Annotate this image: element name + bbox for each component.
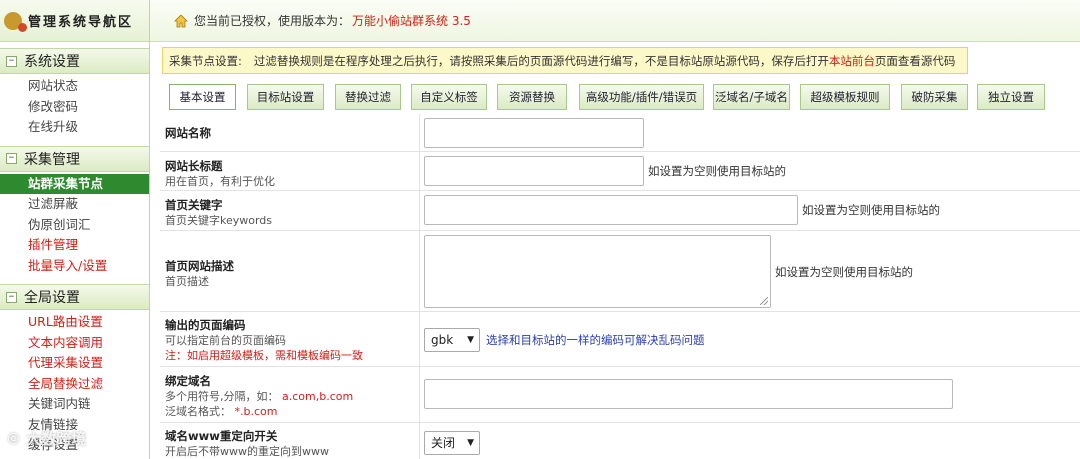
version-text: 万能小偷站群系统 3.5 — [352, 14, 471, 28]
row-site-name: 网站名称 — [160, 114, 1080, 152]
site-name-label: 网站名称 — [165, 126, 211, 140]
sidebar-item[interactable]: 过滤屏蔽 — [0, 194, 149, 215]
encoding-warning: 注：如启用超级模板，需和模板编码一致 — [165, 349, 363, 362]
tab-6[interactable]: 高级功能/插件/错误页 — [579, 84, 704, 110]
site-title-hint: 如设置为空则使用目标站的 — [648, 164, 786, 178]
notice-frontend-link[interactable]: 本站前台 — [829, 53, 875, 69]
tab-1[interactable]: 基本设置 — [169, 84, 236, 110]
collapse-icon[interactable]: − — [6, 291, 17, 303]
encoding-selected-value: gbk — [431, 333, 454, 347]
sidebar-item[interactable]: URL路由设置 — [0, 312, 149, 333]
sidebar-nav: − 系统设置 网站状态 修改密码 在线升级 − 采集管理 站群采集节点 过滤屏蔽 伪原创词汇 插件管… — [0, 48, 149, 458]
sidebar-item[interactable]: 在线升级 — [0, 117, 149, 138]
row-encoding: 输出的页面编码 可以指定前台的页面编码 注：如启用超级模板，需和模板编码一致 g… — [160, 312, 1080, 367]
bind-domain-desc-1-prefix: 多个用符号,分隔，如： — [165, 390, 279, 403]
site-title-label: 网站长标题 — [165, 159, 223, 173]
watermark: © 大数跨境 — [6, 430, 87, 448]
tab-3[interactable]: 替换过滤 — [335, 84, 401, 110]
keywords-desc: 首页关键字keywords — [165, 214, 273, 227]
sidebar-item[interactable]: 关键词内链 — [0, 394, 149, 415]
www-redirect-select[interactable]: 关闭 ▼ — [424, 431, 480, 455]
sidebar-group-collect[interactable]: − 采集管理 — [0, 145, 149, 172]
tab-5[interactable]: 资源替换 — [497, 84, 567, 110]
site-title-input[interactable] — [424, 156, 644, 186]
sidebar-group-label: 系统设置 — [24, 54, 80, 70]
row-keywords: 首页关键字 首页关键字keywords 如设置为空则使用目标站的 — [160, 191, 1080, 231]
sidebar-item[interactable]: 批量导入/设置 — [0, 256, 149, 277]
sidebar-group-label: 全局设置 — [24, 290, 80, 306]
bind-domain-desc-2: 泛域名格式： *.b.com — [165, 404, 419, 419]
row-site-title: 网站长标题 用在首页，有利于优化 如设置为空则使用目标站的 — [160, 152, 1080, 191]
keywords-label: 首页关键字 — [165, 198, 223, 212]
sidebar-group-items: 站群采集节点 过滤屏蔽 伪原创词汇 插件管理 批量导入/设置 — [0, 172, 149, 279]
bind-domain-example-2: *.b.com — [234, 405, 278, 418]
encoding-label: 输出的页面编码 — [165, 318, 246, 332]
tab-4[interactable]: 自定义标签 — [411, 84, 487, 110]
sidebar-item[interactable]: 全局替换过滤 — [0, 374, 149, 395]
sidebar-group-items: 网站状态 修改密码 在线升级 — [0, 74, 149, 140]
sidebar: 管理系统导航区 − 系统设置 网站状态 修改密码 在线升级 − 采集管理 站群采集节点 过滤屏蔽… — [0, 0, 150, 459]
www-redirect-desc: 开启后不带www的重定向到www — [165, 445, 329, 458]
sidebar-item[interactable]: 网站状态 — [0, 76, 149, 97]
home-icon[interactable] — [174, 13, 188, 28]
app-window: 管理系统导航区 − 系统设置 网站状态 修改密码 在线升级 − 采集管理 站群采集节点 过滤屏蔽… — [0, 0, 1080, 459]
row-www-redirect: 域名www重定向开关 开启后不带www的重定向到www 关闭 ▼ — [160, 423, 1080, 459]
notice-text-end: 页面查看源代码 — [874, 53, 956, 68]
sidebar-logo: 管理系统导航区 — [0, 0, 149, 42]
collapse-icon[interactable]: − — [6, 55, 17, 67]
bind-domain-desc-2-prefix: 泛域名格式： — [165, 405, 231, 418]
tab-2[interactable]: 目标站设置 — [247, 84, 324, 110]
encoding-hint: 选择和目标站的一样的编码可解决乱码问题 — [486, 333, 705, 347]
encoding-select[interactable]: gbk ▼ — [424, 328, 480, 352]
bind-domain-desc-1: 多个用符号,分隔，如： a.com,b.com — [165, 389, 419, 404]
license-status-text: 您当前已授权，使用版本为： — [194, 14, 351, 28]
notice-text: 过滤替换规则是在程序处理之后执行，请按照采集后的页面源代码进行编写，不是目标站原… — [253, 53, 829, 68]
logo-text: 管理系统导航区 — [28, 15, 134, 30]
site-title-desc: 用在首页，有利于优化 — [165, 175, 275, 188]
keywords-hint: 如设置为空则使用目标站的 — [802, 203, 940, 217]
encoding-desc: 可以指定前台的页面编码 — [165, 334, 286, 347]
description-label: 首页网站描述 — [165, 259, 234, 273]
sidebar-group-global[interactable]: − 全局设置 — [0, 284, 149, 310]
sidebar-item[interactable]: 站群采集节点 — [0, 173, 149, 194]
sidebar-item[interactable]: 代理采集设置 — [0, 353, 149, 374]
row-bind-domain: 绑定域名 多个用符号,分隔，如： a.com,b.com 泛域名格式： *.b.… — [160, 367, 1080, 423]
tab-8[interactable]: 超级模板规则 — [800, 84, 890, 110]
collapse-icon[interactable]: − — [6, 153, 17, 164]
site-name-input[interactable] — [424, 118, 644, 148]
admin-avatar-icon — [4, 11, 27, 32]
keywords-input[interactable] — [424, 195, 798, 225]
description-desc: 首页描述 — [165, 275, 209, 288]
chevron-down-icon: ▼ — [467, 335, 474, 345]
description-hint: 如设置为空则使用目标站的 — [775, 265, 913, 279]
tab-9[interactable]: 破防采集 — [901, 84, 968, 110]
sidebar-item[interactable]: 伪原创词汇 — [0, 215, 149, 236]
tab-10[interactable]: 独立设置 — [977, 84, 1045, 110]
top-status-bar: 您当前已授权，使用版本为： 万能小偷站群系统 3.5 — [150, 0, 1080, 42]
resize-grip-icon[interactable] — [760, 297, 768, 305]
bind-domain-example-1: a.com,b.com — [282, 390, 354, 403]
sidebar-item[interactable]: 插件管理 — [0, 235, 149, 256]
description-textarea[interactable] — [424, 235, 771, 308]
chevron-down-icon: ▼ — [467, 438, 474, 448]
notice-bar: 采集节点设置: 过滤替换规则是在程序处理之后执行，请按照采集后的页面源代码进行编… — [162, 47, 968, 74]
www-redirect-label: 域名www重定向开关 — [165, 429, 278, 443]
bind-domain-label: 绑定域名 — [165, 374, 211, 388]
sidebar-item[interactable]: 文本内容调用 — [0, 333, 149, 354]
sidebar-group-label: 采集管理 — [24, 151, 80, 168]
row-description: 首页网站描述 首页描述 如设置为空则使用目标站的 — [160, 231, 1080, 312]
sidebar-group-system[interactable]: − 系统设置 — [0, 48, 149, 74]
bind-domain-input[interactable] — [424, 379, 953, 409]
www-redirect-selected-value: 关闭 — [431, 436, 456, 450]
sidebar-item[interactable]: 修改密码 — [0, 97, 149, 118]
notice-label: 采集节点设置: — [169, 53, 242, 68]
tab-7[interactable]: 泛域名/子域名 — [713, 84, 790, 110]
